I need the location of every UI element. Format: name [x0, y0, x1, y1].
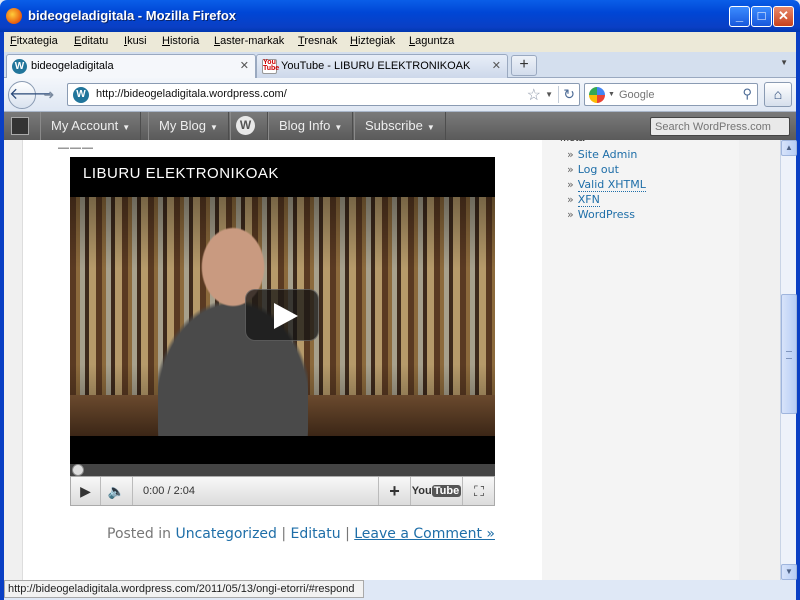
bookmark-star-icon[interactable]: ☆ [527, 85, 541, 105]
play-overlay-button[interactable] [245, 289, 319, 341]
blog-info-menu[interactable]: Blog Info ▼ [268, 112, 354, 140]
video-title[interactable]: LIBURU ELEKTRONIKOAK [83, 165, 279, 182]
close-button[interactable]: ✕ [773, 6, 794, 27]
youtube-logo-you: You [411, 485, 432, 497]
back-forward-group: 🡐 ➜ [8, 81, 62, 109]
wordpress-admin-bar: My Account ▼ My Blog ▼ W Blog Info ▼ Subscr… [4, 112, 796, 140]
menu-hiztegiak[interactable]: Hiztegiak [350, 35, 395, 47]
blog-page: ——— Meta »Site Admin »Log out »Valid XHT… [22, 140, 739, 580]
firefox-icon [6, 8, 22, 24]
meta-link-site-admin[interactable]: » Site Admin [567, 148, 646, 163]
meta-link-valid-xhtml[interactable]: » Valid XHTML [567, 178, 646, 193]
subscribe-menu[interactable]: Subscribe ▼ [354, 112, 446, 140]
link-text[interactable]: WordPress [578, 208, 635, 221]
menu-laguntza[interactable]: Laguntza [409, 35, 454, 47]
add-to-playlist-icon[interactable]: + [379, 477, 411, 505]
youtube-logo-button[interactable]: You Tube [411, 477, 463, 505]
menu-ikusi[interactable]: Ikusi [124, 35, 147, 47]
wordpress-search-input[interactable] [650, 117, 790, 136]
youtube-icon: You Tube [262, 59, 280, 74]
reload-icon[interactable]: ↻ [558, 86, 575, 103]
search-icon[interactable]: ⚲ [742, 86, 752, 102]
google-icon[interactable] [589, 87, 605, 103]
my-account-label: My Account [51, 118, 119, 133]
play-icon[interactable]: ▶ [71, 477, 101, 505]
video-time: 0:00 / 2:04 [133, 477, 379, 505]
search-engine-dropdown-icon[interactable]: ▼ [608, 91, 615, 98]
separator: | [345, 526, 350, 542]
cut-off-heading: Meta [560, 140, 584, 144]
forward-button[interactable]: ➜ [38, 86, 60, 104]
menu-laster-markak[interactable]: Laster-markak [214, 35, 284, 47]
volume-icon[interactable]: 🔈 [101, 477, 133, 505]
close-tab-icon[interactable]: ✕ [240, 59, 249, 72]
tab-label: YouTube - LIBURU ELEKTRONIKOAK [281, 60, 471, 72]
link-text[interactable]: Site Admin [578, 148, 638, 161]
close-tab-icon[interactable]: ✕ [492, 59, 501, 72]
edit-link[interactable]: Editatu [291, 526, 341, 542]
menu-historia[interactable]: Historia [162, 35, 199, 47]
link-text[interactable]: Log out [578, 163, 619, 176]
separator: | [281, 526, 287, 542]
vertical-scrollbar[interactable]: ▲ ▼ [780, 140, 797, 580]
dropdown-caret-icon: ▼ [426, 123, 435, 132]
category-link[interactable]: Uncategorized [175, 526, 276, 542]
link-text[interactable]: Valid XHTML [577, 178, 646, 192]
maximize-button[interactable]: □ [751, 6, 772, 27]
meta-link-wordpress[interactable]: » WordPress [567, 208, 646, 223]
search-bar[interactable]: ▼ ⚲ [584, 83, 758, 106]
cut-off-text: ——— [58, 142, 94, 154]
scroll-down-icon[interactable]: ▼ [781, 564, 797, 580]
url-history-dropdown-icon[interactable]: ▼ [545, 90, 553, 99]
post-meta: Posted in Uncategorized | Editatu | Leav… [107, 526, 495, 542]
menu-tresnak[interactable]: Tresnak [298, 35, 337, 47]
back-button[interactable]: 🡐 [8, 81, 52, 109]
dropdown-caret-icon: ▼ [334, 123, 343, 132]
meta-links: » Site Admin » Log out » Valid XHTML » XFN »… [567, 148, 646, 223]
dropdown-caret-icon: ▼ [122, 123, 131, 132]
video-progress-bar[interactable] [70, 464, 495, 476]
blog-info-label: Blog Info [279, 118, 331, 133]
tab-bideogeladigitala[interactable]: W bideogeladigitala ✕ [6, 54, 256, 79]
navigation-toolbar: 🡐 ➜ W http://bideogeladigitala.wordpress… [4, 78, 796, 112]
leave-comment-link[interactable]: Leave a Comment » [354, 526, 495, 542]
new-tab-button[interactable]: + [511, 55, 537, 76]
wordpress-logo-icon[interactable]: W [236, 116, 255, 135]
menu-bar: Fitxategia Editatu Ikusi Historia Laster… [4, 32, 796, 52]
my-blog-menu[interactable]: My Blog ▼ [148, 112, 229, 140]
fullscreen-icon[interactable]: ⛶ [463, 477, 495, 505]
wordpress-icon: W [12, 59, 27, 74]
youtube-logo-tube: Tube [431, 485, 462, 497]
link-text[interactable]: XFN [577, 193, 600, 207]
menu-editatu[interactable]: Editatu [74, 35, 108, 47]
youtube-video-player[interactable]: LIBURU ELEKTRONIKOAK ▶ 🔈 0:00 / 2:04 + Y… [70, 157, 495, 506]
tab-list-icon[interactable]: ▼ [780, 58, 788, 67]
dropdown-caret-icon: ▼ [209, 123, 218, 132]
url-bar[interactable]: W http://bideogeladigitala.wordpress.com… [67, 83, 580, 106]
video-controls: ▶ 🔈 0:00 / 2:04 + You Tube ⛶ [70, 476, 495, 506]
meta-link-log-out[interactable]: » Log out [567, 163, 646, 178]
home-button[interactable]: ⌂ [764, 82, 792, 107]
menu-fitxategia[interactable]: Fitxategia [10, 35, 58, 47]
avatar[interactable] [11, 117, 29, 135]
search-input[interactable] [619, 87, 729, 103]
my-blog-label: My Blog [159, 118, 206, 133]
site-identity-icon[interactable]: W [73, 87, 89, 103]
tab-label: bideogeladigitala [31, 60, 114, 72]
url-text[interactable]: http://bideogeladigitala.wordpress.com/ [96, 88, 287, 100]
page-viewport: ——— Meta »Site Admin »Log out »Valid XHT… [4, 140, 780, 580]
my-account-menu[interactable]: My Account ▼ [40, 112, 142, 140]
minimize-button[interactable]: _ [729, 6, 750, 27]
status-bar: http://bideogeladigitala.wordpress.com/2… [4, 580, 364, 598]
tab-bar: W bideogeladigitala ✕ You Tube YouTube - … [4, 52, 796, 79]
window-title: bideogeladigitala - Mozilla Firefox [28, 8, 237, 23]
subscribe-label: Subscribe [365, 118, 423, 133]
tab-youtube[interactable]: You Tube YouTube - LIBURU ELEKTRONIKOAK ✕ [256, 54, 508, 78]
posted-in-label: Posted in [107, 526, 172, 542]
window-titlebar: bideogeladigitala - Mozilla Firefox _ □ … [0, 0, 800, 32]
scrollbar-thumb[interactable] [781, 294, 797, 414]
meta-link-xfn[interactable]: » XFN [567, 193, 646, 208]
scroll-up-icon[interactable]: ▲ [781, 140, 797, 156]
progress-scrubber-handle[interactable] [72, 464, 84, 476]
